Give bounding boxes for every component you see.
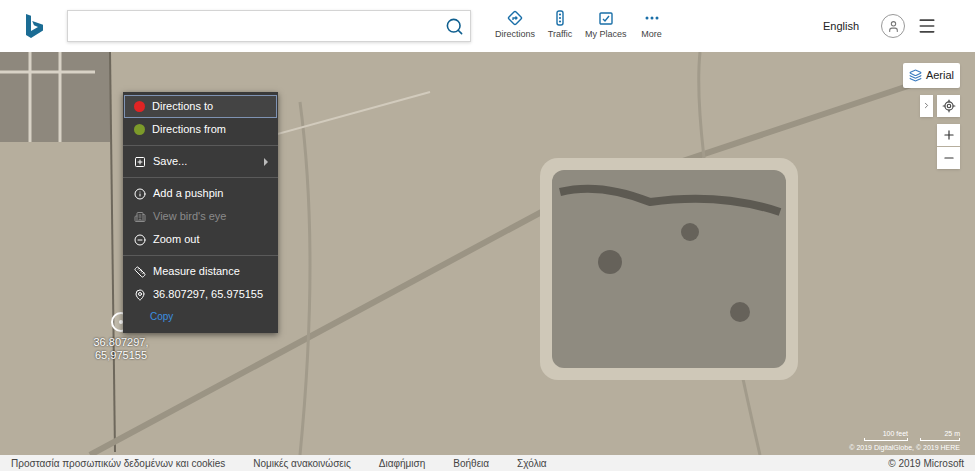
menu-item[interactable]: Measure distance (124, 260, 277, 283)
menu-item[interactable]: 36.807297, 65.975155 (124, 283, 277, 306)
nav-item[interactable]: More (633, 10, 671, 42)
menu-item[interactable]: Save... (124, 150, 277, 173)
menu-item[interactable]: Directions to (124, 95, 277, 118)
nav-bar: DirectionsTrafficMy PlacesMore (491, 10, 671, 42)
search-box[interactable] (67, 10, 471, 42)
imagery-attribution: © 2019 DigitalGlobe, © 2019 HERE (849, 443, 960, 454)
pin-label: 36.807297,65,975155 (93, 336, 148, 362)
bing-logo-icon[interactable] (24, 13, 44, 39)
menu-item-icon (134, 188, 146, 200)
my-places-icon (598, 10, 614, 26)
menu-item[interactable]: Zoom out (124, 228, 277, 251)
menu-separator (123, 145, 278, 146)
dot-icon (134, 101, 145, 112)
copy-link[interactable]: Copy (150, 311, 173, 322)
footer: Προστασία προσωπικών δεδομένων και cooki… (0, 455, 975, 471)
plus-icon (942, 128, 956, 142)
layers-icon (909, 69, 922, 82)
expand-button[interactable] (920, 95, 933, 117)
map-controls: Aerial (903, 63, 960, 169)
menu-separator (123, 177, 278, 178)
zoom-out-button[interactable] (937, 147, 960, 169)
locate-button[interactable] (937, 95, 960, 117)
hamburger-icon[interactable] (917, 16, 937, 36)
footer-link[interactable]: Σχόλια (517, 456, 547, 471)
language-link[interactable]: English (823, 18, 859, 35)
directions-icon (507, 10, 523, 26)
search-icon[interactable] (445, 17, 464, 36)
menu-item-icon (134, 211, 146, 223)
menu-separator (123, 255, 278, 256)
top-bar: DirectionsTrafficMy PlacesMore English (0, 0, 975, 52)
copyright: © 2019 Microsoft (888, 456, 964, 471)
account-button[interactable] (881, 14, 905, 38)
submenu-arrow-icon (264, 158, 268, 166)
zoom-in-button[interactable] (937, 124, 960, 146)
footer-link[interactable]: Βοήθεια (453, 456, 489, 471)
menu-item-icon (134, 156, 146, 168)
minus-icon (942, 151, 956, 165)
bing-logo[interactable] (0, 13, 67, 39)
menu-item[interactable]: Add a pushpin (124, 182, 277, 205)
traffic-light-icon (552, 10, 568, 26)
context-menu: Directions toDirections from Save... Add a… (123, 92, 278, 333)
menu-item[interactable]: Directions from (124, 118, 277, 141)
nav-item[interactable]: Directions (491, 10, 539, 42)
more-icon (644, 10, 660, 26)
locate-icon (942, 99, 956, 113)
menu-item-icon (134, 289, 146, 301)
footer-link[interactable]: Προστασία προσωπικών δεδομένων και cooki… (11, 456, 225, 471)
scale-bar: 100 feet25 m (864, 430, 960, 441)
footer-link[interactable]: Νομικές ανακοινώσεις (253, 456, 351, 471)
chevron-right-icon (922, 101, 931, 110)
menu-item-icon (134, 234, 146, 246)
dot-icon (134, 124, 145, 135)
menu-item-icon (134, 266, 146, 278)
user-icon (887, 20, 900, 33)
nav-item[interactable]: Traffic (541, 10, 579, 42)
menu-item: View bird's eye (124, 205, 277, 228)
map-canvas[interactable]: Aerial 36.807297,65,975155 Directions toDi… (0, 52, 975, 455)
bing-maps-page: DirectionsTrafficMy PlacesMore English Aer… (0, 0, 975, 471)
aerial-button[interactable]: Aerial (903, 63, 960, 88)
nav-item[interactable]: My Places (581, 10, 631, 42)
footer-link[interactable]: Διαφήμιση (379, 456, 425, 471)
